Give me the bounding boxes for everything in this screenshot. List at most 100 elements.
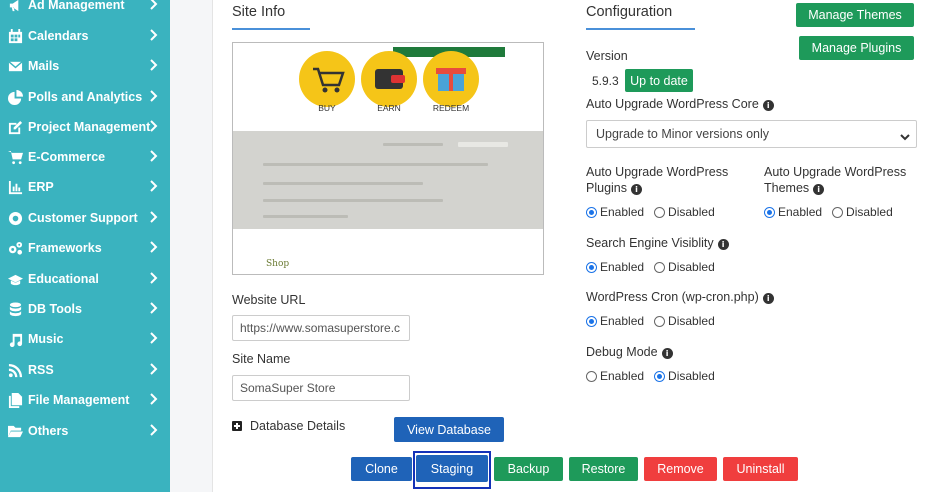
remove-button[interactable]: Remove <box>644 457 717 481</box>
folder-open-icon <box>5 424 25 439</box>
backup-button[interactable]: Backup <box>494 457 563 481</box>
site-preview-thumbnail[interactable]: BUY EARN REDEEM <box>232 42 544 275</box>
sidebar-item-e-commerce[interactable]: E-Commerce <box>0 142 170 172</box>
debug-mode-text: Debug Mode <box>586 345 658 359</box>
preview-search-box <box>458 142 508 147</box>
auto-upgrade-themes-label-line1: Auto Upgrade WordPress <box>764 165 907 179</box>
database-icon <box>5 301 25 317</box>
debug-enabled-radio[interactable] <box>586 370 597 382</box>
staging-button-focus-outline <box>413 451 491 489</box>
debug-disabled-radio[interactable] <box>654 370 666 382</box>
lifebuoy-icon <box>5 211 25 226</box>
sidebar-item-polls-and-analytics[interactable]: Polls and Analytics <box>0 82 170 112</box>
clone-button[interactable]: Clone <box>351 457 412 481</box>
rss-icon <box>5 363 25 378</box>
megaphone-icon <box>5 0 25 13</box>
restore-button[interactable]: Restore <box>569 457 638 481</box>
sidebar-item-label: Mails <box>28 59 60 73</box>
preview-redeem-label: REDEEM <box>432 103 470 113</box>
sidebar-item-label: File Management <box>28 393 130 407</box>
chevron-right-icon <box>150 302 158 314</box>
radio-label: Disabled <box>668 205 715 219</box>
chevron-right-icon <box>150 363 158 375</box>
auto-upgrade-core-select[interactable]: Upgrade to Minor versions only <box>586 120 917 148</box>
cron-enabled-radio[interactable] <box>586 315 597 327</box>
info-icon[interactable]: i <box>762 293 774 304</box>
sidebar-item-label: RSS <box>28 363 54 377</box>
plugins-disabled-radio[interactable] <box>654 206 666 218</box>
preview-buy-label: BUY <box>318 103 336 113</box>
manage-plugins-button[interactable]: Manage Plugins <box>799 36 914 60</box>
sidebar-item-label: Polls and Analytics <box>28 90 143 104</box>
uninstall-button[interactable]: Uninstall <box>723 457 798 481</box>
info-icon[interactable]: i <box>717 239 729 250</box>
radio-label: Disabled <box>846 205 893 219</box>
info-icon[interactable]: i <box>661 348 673 359</box>
themes-enabled-radio[interactable] <box>764 206 775 218</box>
view-database-button[interactable]: View Database <box>394 417 504 442</box>
site-info-title: Site Info <box>232 4 286 20</box>
chevron-right-icon <box>150 180 158 192</box>
sidebar-item-db-tools[interactable]: DB Tools <box>0 294 170 324</box>
database-details-toggle[interactable]: Database Details <box>250 419 345 433</box>
auto-upgrade-core-label: Auto Upgrade WordPress Core i <box>586 97 774 111</box>
chevron-right-icon <box>150 424 158 436</box>
auto-upgrade-plugins-label-line1: Auto Upgrade WordPress <box>586 165 729 179</box>
sidebar-item-others[interactable]: Others <box>0 416 170 446</box>
info-icon[interactable]: i <box>762 100 774 111</box>
search-enabled-radio[interactable] <box>586 261 597 273</box>
website-url-input[interactable]: https://www.somasuperstore.c <box>232 315 410 341</box>
auto-upgrade-themes-radios: Enabled Disabled <box>764 205 893 219</box>
site-name-input[interactable]: SomaSuper Store <box>232 375 410 401</box>
radio-label: Disabled <box>668 260 715 274</box>
sidebar-item-ad-management[interactable]: Ad Management <box>0 0 170 20</box>
chevron-right-icon <box>150 150 158 162</box>
version-label: Version <box>586 49 628 63</box>
info-icon[interactable]: i <box>631 184 642 195</box>
info-icon[interactable]: i <box>813 184 825 195</box>
sidebar-item-label: Ad Management <box>28 0 125 12</box>
search-visibility-radios: Enabled Disabled <box>586 260 715 274</box>
sidebar-item-mails[interactable]: Mails <box>0 51 170 81</box>
chevron-right-icon <box>150 241 158 253</box>
manage-themes-button[interactable]: Manage Themes <box>796 3 914 27</box>
sidebar-item-label: Calendars <box>28 29 89 43</box>
sidebar-item-music[interactable]: Music <box>0 324 170 354</box>
themes-disabled-radio[interactable] <box>832 206 844 218</box>
plugins-enabled-radio[interactable] <box>586 206 597 218</box>
sidebar-item-erp[interactable]: ERP <box>0 172 170 202</box>
radio-label: Enabled <box>600 205 645 219</box>
cron-disabled-radio[interactable] <box>654 315 666 327</box>
site-info-underline <box>232 28 310 30</box>
sidebar-item-calendars[interactable]: Calendars <box>0 21 170 51</box>
sidebar-item-file-management[interactable]: File Management <box>0 385 170 415</box>
preview-text-line <box>263 215 348 218</box>
radio-label: Disabled <box>668 369 715 383</box>
redeem-icon <box>423 51 479 107</box>
auto-upgrade-plugins-radios: Enabled Disabled <box>586 205 715 219</box>
chevron-right-icon <box>150 120 158 132</box>
search-visibility-label: Search Engine Visiblity i <box>586 236 729 250</box>
search-disabled-radio[interactable] <box>654 261 666 273</box>
sidebar-item-customer-support[interactable]: Customer Support <box>0 203 170 233</box>
chevron-down-icon <box>900 130 910 141</box>
sidebar-item-rss[interactable]: RSS <box>0 355 170 385</box>
preview-text-line <box>263 199 443 202</box>
calendar-icon <box>5 28 25 44</box>
site-name-label: Site Name <box>232 352 291 366</box>
sidebar-item-project-management[interactable]: Project Management <box>0 112 170 142</box>
chevron-right-icon <box>150 29 158 41</box>
preview-text-line <box>263 182 423 185</box>
sidebar-item-educational[interactable]: Educational <box>0 264 170 294</box>
search-visibility-text: Search Engine Visiblity <box>586 236 714 250</box>
cart-icon <box>5 150 25 165</box>
radio-label: Enabled <box>600 314 645 328</box>
chevron-right-icon <box>150 0 158 10</box>
mail-icon <box>5 59 25 74</box>
preview-menu-area <box>233 131 543 229</box>
buy-icon <box>299 51 355 107</box>
sidebar-item-frameworks[interactable]: Frameworks <box>0 233 170 263</box>
earn-icon <box>361 51 417 107</box>
auto-upgrade-plugins-text: Plugins <box>586 181 627 195</box>
expand-plus-icon[interactable] <box>232 421 242 431</box>
